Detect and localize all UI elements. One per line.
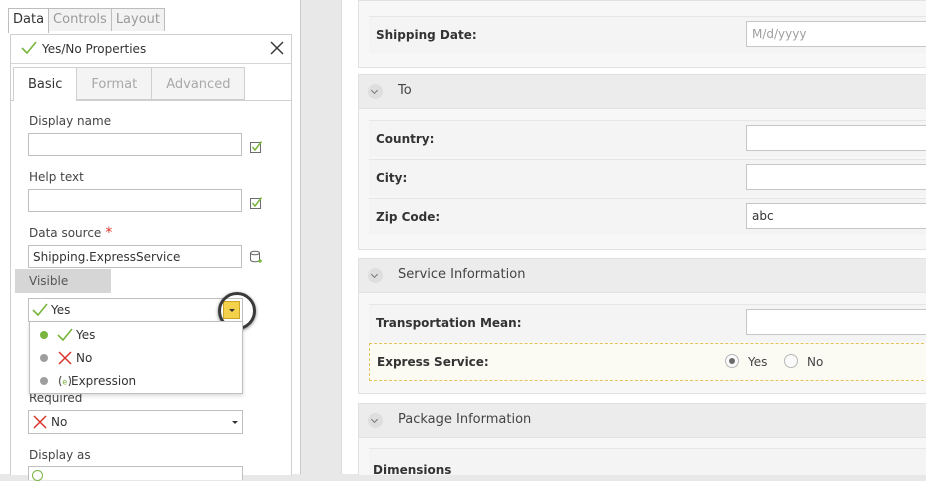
yes-no-properties-window: Yes/No Properties Basic Format Advanced … [10,34,292,481]
chevron-down-icon[interactable] [368,84,383,99]
option-label: Yes [76,328,96,342]
close-icon[interactable] [269,40,285,56]
data-source-input[interactable]: Shipping.ExpressService [28,245,242,268]
tab-layout[interactable]: Layout [110,8,166,31]
country-label: Country: [376,132,435,146]
required-select[interactable]: No [28,410,243,434]
zip-row: Zip Code: abc [369,198,926,235]
selected-dot [40,331,48,339]
checkbox-edit-icon[interactable] [249,196,263,210]
unselected-dot [40,377,48,385]
zip-label: Zip Code: [376,210,441,224]
visible-option-no[interactable]: No [30,347,242,370]
dimensions-row: Dimensions [369,448,926,477]
city-label: City: [376,171,408,185]
express-no-radio[interactable] [784,354,798,368]
city-row: City: [369,159,926,196]
express-row[interactable]: Express Service: Yes No [369,343,926,381]
service-section-title: Service Information [398,267,526,282]
express-yes-radio[interactable] [725,354,739,368]
svg-text:e: e [62,378,67,387]
country-input[interactable] [746,125,926,151]
express-label: Express Service: [377,355,489,369]
shipping-date-input[interactable]: M/d/yyyy [746,21,926,47]
tab-basic[interactable]: Basic [13,67,78,101]
display-name-input[interactable] [28,133,242,156]
shipping-date-label: Shipping Date: [376,28,477,42]
tab-data[interactable]: Data [8,8,50,33]
required-star: * [105,225,113,241]
package-section-header[interactable]: Package Information [358,403,926,438]
dimensions-label: Dimensions [373,463,452,477]
check-icon [32,303,48,317]
tab-controls[interactable]: Controls [48,8,112,31]
option-label: No [76,351,93,365]
unselected-dot [40,354,48,362]
city-input[interactable] [746,164,926,190]
visible-option-yes[interactable]: Yes [30,324,242,347]
top-tabs: Data Controls Layout [8,8,166,33]
express-no-label: No [807,355,824,369]
radio-icon [32,470,43,481]
check-icon [57,328,73,342]
transport-label: Transportation Mean: [376,316,522,330]
visible-label: Visible [15,269,111,293]
cross-icon [33,415,47,429]
visible-select[interactable]: Yes [28,298,243,322]
chevron-down-icon [232,421,238,424]
checkbox-edit-icon[interactable] [249,140,263,154]
cross-icon [58,351,72,365]
transport-row: Transportation Mean: [369,304,926,341]
display-as-select[interactable] [28,466,243,481]
help-text-label: Help text [29,170,84,184]
zip-input[interactable]: abc [746,203,926,229]
package-section-title: Package Information [398,412,532,427]
tab-advanced[interactable]: Advanced [151,67,246,100]
visible-dropdown-list: Yes No e Expression [29,321,243,394]
to-section-title: To [398,83,412,98]
country-row: Country: [369,120,926,157]
option-label: Expression [71,374,137,388]
database-icon[interactable] [249,250,263,264]
display-name-label: Display name [29,114,112,128]
to-section-header[interactable]: To [358,74,926,109]
transport-input[interactable] [746,309,926,335]
tab-format[interactable]: Format [76,67,153,100]
express-yes-label: Yes [748,355,768,369]
chevron-down-icon[interactable] [368,268,383,283]
data-source-label-text: Data source [29,226,102,240]
check-icon [21,41,37,55]
properties-header: Yes/No Properties [11,35,291,64]
service-section-header[interactable]: Service Information [358,258,926,293]
visible-select-value: Yes [51,303,71,317]
required-select-value: No [51,415,68,429]
visible-option-expression[interactable]: e Expression [30,370,242,393]
shipping-date-row: Shipping Date: M/d/yyyy [369,16,926,53]
help-text-input[interactable] [28,189,242,212]
properties-title: Yes/No Properties [42,42,147,56]
properties-panel: Data Controls Layout Yes/No Properties B… [0,0,301,481]
display-as-label: Display as [29,448,91,462]
sub-tabs: Basic Format Advanced [13,67,246,101]
data-source-label: Data source * [29,225,112,241]
chevron-down-icon[interactable] [368,413,383,428]
form-canvas: Shipping Date: M/d/yyyy To Country: City… [341,0,926,477]
